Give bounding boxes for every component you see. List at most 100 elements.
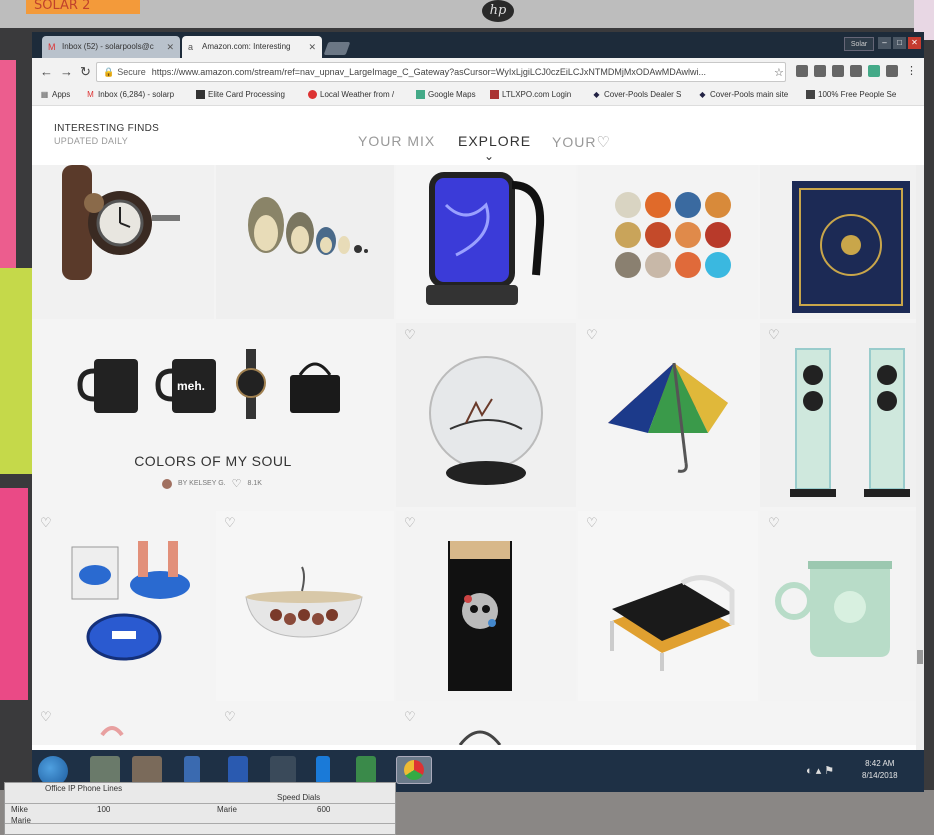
menu-icon[interactable]: ⋮ xyxy=(906,64,917,77)
taskbar-app-icon[interactable] xyxy=(90,756,120,784)
mini-bed-image xyxy=(610,575,735,671)
clock[interactable]: 8:42 AM 8/14/2018 xyxy=(862,758,898,782)
taskbar-app-icon[interactable] xyxy=(356,756,376,784)
heart-icon[interactable]: ♡ xyxy=(586,327,598,343)
close-icon[interactable]: ✕ xyxy=(308,36,316,58)
diamond-icon: ◆ xyxy=(699,90,706,99)
tab-label: Amazon.com: Interesting xyxy=(202,42,291,51)
product-tile-teapot[interactable]: ♡ xyxy=(760,511,924,701)
heart-icon[interactable]: ♡ xyxy=(224,515,236,531)
heart-icon[interactable]: ♡ xyxy=(40,515,52,531)
heart-icon: ♡ xyxy=(596,134,611,151)
minimize-button[interactable]: – xyxy=(878,37,891,49)
back-icon[interactable]: ← xyxy=(40,64,53,79)
maximize-button[interactable]: □ xyxy=(893,37,906,49)
hp-logo-icon: hp xyxy=(482,0,514,22)
heart-icon[interactable]: ♡ xyxy=(586,515,598,531)
celestial-notebook-image xyxy=(792,181,910,313)
network-icon[interactable]: ◐ ▴ ⚑ xyxy=(806,764,834,777)
weather-icon xyxy=(308,90,317,99)
heart-icon[interactable]: ♡ xyxy=(404,709,416,725)
tab-amazon[interactable]: a Amazon.com: Interesting ✕ xyxy=(182,36,322,58)
product-tile-watch[interactable] xyxy=(32,165,214,319)
paper-row xyxy=(5,794,395,804)
heart-icon[interactable]: ♡ xyxy=(404,327,416,343)
word-icon[interactable] xyxy=(228,756,248,784)
tab-gmail[interactable]: M Inbox (52) - solarpools@c ✕ xyxy=(42,36,180,58)
gmail-icon: M xyxy=(48,42,56,52)
security-label: Secure xyxy=(117,67,146,77)
product-tile-totoro[interactable] xyxy=(216,165,394,319)
sticky-note: SOLAR 2 xyxy=(26,0,140,14)
taskbar-app-icon[interactable] xyxy=(184,756,200,784)
bookmark-ltlxpo[interactable]: LTLXPO.com Login xyxy=(490,90,571,99)
paper-cell: Marie xyxy=(217,805,238,814)
product-tile-planet-magnets[interactable] xyxy=(578,165,758,319)
taskbar-app-icon[interactable] xyxy=(132,756,162,784)
bookmark-free-people[interactable]: 100% Free People Se xyxy=(806,90,896,99)
window-controls: – □ ✕ xyxy=(878,37,921,49)
bookmark-elite-card[interactable]: Elite Card Processing xyxy=(196,90,285,99)
url-text: https://www.amazon.com/stream/ref=nav_up… xyxy=(151,67,707,77)
avatar xyxy=(162,478,172,489)
mug-text: meh. xyxy=(177,379,206,393)
close-icon[interactable]: ✕ xyxy=(166,36,174,58)
product-tile-partial[interactable] xyxy=(760,705,924,745)
reload-icon[interactable]: ↻ xyxy=(80,64,91,80)
balance-board-image xyxy=(71,541,190,661)
heart-icon[interactable]: ♡ xyxy=(768,515,780,531)
collection-meta: BY KELSEY G. ♡ 8.1K xyxy=(162,477,262,490)
bluetooth-icon[interactable] xyxy=(316,756,330,784)
bookmark-google-maps[interactable]: Google Maps xyxy=(416,90,476,99)
extension-icon[interactable] xyxy=(850,65,862,77)
product-tile-matches[interactable]: ♡ xyxy=(396,511,576,701)
product-tile-speakers[interactable]: ♡ xyxy=(760,323,924,507)
bookmark-inbox[interactable]: M Inbox (6,284) - solarp xyxy=(86,90,174,99)
browser-toolbar: ← → ↻ 🔒 Secure https://www.amazon.com/stre… xyxy=(32,58,924,86)
product-tile-partial[interactable] xyxy=(578,705,758,745)
forward-icon[interactable]: → xyxy=(60,64,73,79)
product-tile-partial[interactable]: ♡ xyxy=(396,705,576,745)
bookmark-weather[interactable]: Local Weather from / xyxy=(308,90,394,99)
extension-icon[interactable] xyxy=(832,65,844,77)
tab-explore[interactable]: EXPLORE xyxy=(458,133,531,149)
heart-icon[interactable]: ♡ xyxy=(768,327,780,343)
tab-your-mix[interactable]: YOUR MIX xyxy=(358,133,435,149)
extension-icon[interactable] xyxy=(814,65,826,77)
paper-cell: Mike xyxy=(11,805,28,814)
heart-icon[interactable]: ♡ xyxy=(404,515,416,531)
profile-button[interactable]: Solar xyxy=(844,37,874,51)
bookmark-star-icon[interactable]: ☆ xyxy=(774,66,784,79)
bookmark-apps[interactable]: ▦ Apps xyxy=(40,90,71,99)
product-tile-notebook[interactable] xyxy=(760,165,924,319)
product-tile-glass-bowl[interactable]: ♡ xyxy=(216,511,394,701)
bookmarks-bar: ▦ Apps M Inbox (6,284) - solarp Elite Card… xyxy=(32,86,924,106)
product-tile-kettle[interactable] xyxy=(396,165,576,319)
extension-icon[interactable] xyxy=(868,65,880,77)
extension-icon[interactable] xyxy=(886,65,898,77)
product-tile-umbrella[interactable]: ♡ xyxy=(578,323,758,507)
close-window-button[interactable]: ✕ xyxy=(908,37,921,49)
heart-icon[interactable]: ♡ xyxy=(224,709,236,725)
taskbar-app-icon[interactable] xyxy=(270,756,296,784)
product-grid: meh. COLORS OF MY SOUL BY KELSEY G. ♡ 8.… xyxy=(32,165,924,745)
address-bar[interactable]: 🔒 Secure https://www.amazon.com/stream/ref… xyxy=(96,62,786,82)
product-tile-pet-bed[interactable]: ♡ xyxy=(578,511,758,701)
scrollbar-thumb[interactable] xyxy=(917,650,923,664)
chrome-icon[interactable] xyxy=(396,756,432,784)
diamond-icon: ◆ xyxy=(593,90,600,99)
collection-tile[interactable]: meh. COLORS OF MY SOUL BY KELSEY G. ♡ 8.… xyxy=(32,323,394,507)
product-tile-partial[interactable]: ♡ xyxy=(32,705,214,745)
product-tile-balance-board[interactable]: ♡ xyxy=(32,511,214,701)
bookmark-cover-pools-main[interactable]: ◆ Cover-Pools main site xyxy=(698,90,788,99)
bookmark-cover-pools-dealer[interactable]: ◆ Cover-Pools Dealer S xyxy=(592,90,681,99)
new-tab-button[interactable] xyxy=(323,42,351,55)
product-tile-partial[interactable]: ♡ xyxy=(216,705,394,745)
people-icon xyxy=(806,90,815,99)
heart-icon[interactable]: ♡ xyxy=(40,709,52,725)
collection-products-image xyxy=(77,349,340,419)
tab-your-hearts[interactable]: YOUR♡ xyxy=(552,133,611,151)
product-tile-fish-bowl[interactable]: ♡ xyxy=(396,323,576,507)
heart-icon[interactable]: ♡ xyxy=(232,477,242,490)
extension-icon[interactable] xyxy=(796,65,808,77)
